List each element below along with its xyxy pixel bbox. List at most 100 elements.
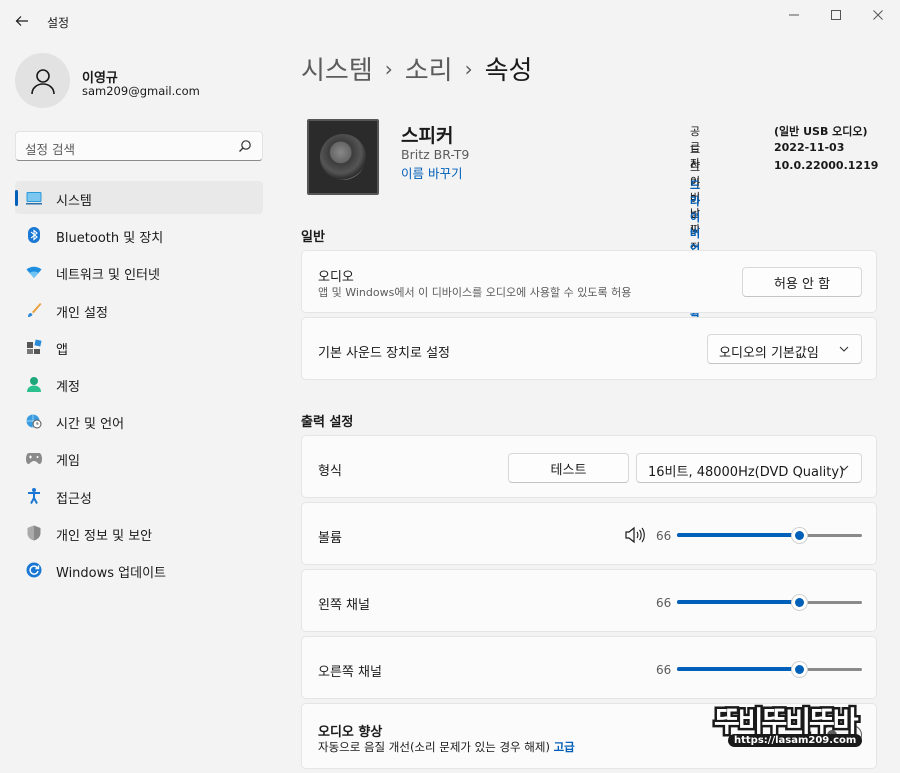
sidebar-item-bluetooth[interactable]: Bluetooth 및 장치 xyxy=(15,218,263,251)
breadcrumb-item-system[interactable]: 시스템 xyxy=(301,56,373,86)
maximize-button[interactable] xyxy=(816,4,856,26)
user-icon xyxy=(30,68,55,94)
vendor-value: (일반 USB 오디오) xyxy=(774,125,868,138)
section-title-output: 출력 설정 xyxy=(301,415,354,430)
driver-date-value: 2022-11-03 xyxy=(774,141,845,154)
user-profile[interactable]: 이영규 sam209@gmail.com xyxy=(15,53,265,109)
system-icon xyxy=(26,190,42,206)
sidebar-item-label: 계정 xyxy=(56,379,80,395)
shield-icon xyxy=(26,525,42,541)
slider-thumb[interactable] xyxy=(791,527,808,544)
bluetooth-icon xyxy=(26,227,42,244)
update-icon xyxy=(26,562,42,578)
user-email: sam209@gmail.com xyxy=(82,84,200,98)
right-channel-slider[interactable] xyxy=(677,661,862,678)
minimize-icon xyxy=(789,14,799,16)
chevron-down-icon xyxy=(839,346,849,352)
format-title: 형식 xyxy=(318,464,342,479)
speaker-cone xyxy=(320,134,366,180)
volume-value: 66 xyxy=(656,529,672,543)
sidebar-item-system[interactable]: 시스템 xyxy=(15,181,263,214)
default-device-card: 기본 사운드 장치로 설정 오디오의 기본값임 xyxy=(301,317,877,380)
slider-thumb[interactable] xyxy=(791,661,808,678)
sidebar-item-apps[interactable]: 앱 xyxy=(15,330,263,363)
left-channel-slider[interactable] xyxy=(677,594,862,611)
avatar xyxy=(15,53,70,108)
test-button[interactable]: 테스트 xyxy=(508,453,629,483)
globe-clock-icon xyxy=(26,413,42,429)
disallow-button-label: 허용 안 함 xyxy=(773,276,831,292)
minimize-button[interactable] xyxy=(774,4,814,26)
sidebar-item-label: 개인 설정 xyxy=(56,305,108,321)
breadcrumb-separator: › xyxy=(464,57,473,81)
sidebar-item-label: 앱 xyxy=(56,342,68,358)
app-title: 설정 xyxy=(47,16,70,30)
left-channel-card: 왼쪽 채널 66 xyxy=(301,569,877,632)
advanced-link[interactable]: 고급 xyxy=(554,740,575,754)
sidebar-item-personalization[interactable]: 개인 설정 xyxy=(15,293,263,326)
sidebar-item-gaming[interactable]: 게임 xyxy=(15,441,263,474)
sidebar-item-accessibility[interactable]: 접근성 xyxy=(15,479,263,512)
page-title: 속성 xyxy=(484,56,533,86)
accessibility-icon xyxy=(26,487,42,504)
close-icon xyxy=(873,10,883,20)
breadcrumb-separator: › xyxy=(384,57,393,81)
sidebar-nav: 시스템 Bluetooth 및 장치 네트워크 및 인터넷 개인 설정 앱 계정… xyxy=(15,181,263,590)
enhance-title: 오디오 향상 xyxy=(318,725,383,740)
sidebar-item-label: Bluetooth 및 장치 xyxy=(56,231,164,247)
search-icon xyxy=(239,140,251,152)
sidebar-item-time-language[interactable]: 시간 및 언어 xyxy=(15,404,263,437)
close-button[interactable] xyxy=(858,4,898,26)
search-input[interactable]: 설정 검색 xyxy=(15,131,263,161)
device-model: Britz BR-T9 xyxy=(401,147,470,162)
left-channel-title: 왼쪽 채널 xyxy=(318,598,370,613)
arrow-left-icon xyxy=(15,16,28,26)
enhance-subtitle-text: 자동으로 음질 개선(소리 문제가 있는 경우 해제) xyxy=(318,740,550,754)
audio-title: 오디오 xyxy=(318,270,354,285)
sidebar-item-label: 게임 xyxy=(56,454,80,470)
brush-icon xyxy=(26,302,42,318)
section-title-general: 일반 xyxy=(301,230,325,245)
sidebar-item-windows-update[interactable]: Windows 업데이트 xyxy=(15,553,263,586)
account-icon xyxy=(26,376,42,392)
disallow-button[interactable]: 허용 안 함 xyxy=(742,267,862,297)
slider-fill xyxy=(677,667,799,671)
slider-thumb[interactable] xyxy=(791,594,808,611)
maximize-icon xyxy=(831,10,841,20)
sidebar-item-label: 접근성 xyxy=(56,491,92,507)
format-card: 형식 테스트 16비트, 48000Hz(DVD Quality) xyxy=(301,435,877,498)
format-dropdown[interactable]: 16비트, 48000Hz(DVD Quality) xyxy=(636,453,862,483)
speaker-device-image xyxy=(307,119,379,195)
volume-card: 볼륨 66 xyxy=(301,502,877,565)
right-channel-title: 오른쪽 채널 xyxy=(318,665,382,680)
watermark-url: https://lasam209.com xyxy=(728,734,863,747)
enhance-subtitle: 자동으로 음질 개선(소리 문제가 있는 경우 해제) 고급 xyxy=(318,739,575,755)
default-device-title: 기본 사운드 장치로 설정 xyxy=(318,346,450,361)
gamepad-icon xyxy=(26,450,42,466)
sidebar-item-label: 네트워크 및 인터넷 xyxy=(56,268,160,284)
audio-subtitle: 앱 및 Windows에서 이 디바이스를 오디오에 사용할 수 있도록 허용 xyxy=(318,286,632,299)
device-name: 스피커 xyxy=(401,125,454,147)
dropdown-value: 오디오의 기본값임 xyxy=(719,346,819,361)
chevron-down-icon xyxy=(839,465,849,471)
network-icon xyxy=(26,264,42,280)
breadcrumb-item-sound[interactable]: 소리 xyxy=(405,56,453,86)
dropdown-value: 16비트, 48000Hz(DVD Quality) xyxy=(648,465,845,480)
sidebar-item-accounts[interactable]: 계정 xyxy=(15,367,263,400)
default-device-dropdown[interactable]: 오디오의 기본값임 xyxy=(707,334,862,364)
apps-icon xyxy=(26,339,42,355)
breadcrumb: 시스템 › 소리 › 속성 xyxy=(301,50,532,87)
back-button[interactable] xyxy=(10,10,34,32)
sidebar-item-label: 개인 정보 및 보안 xyxy=(56,528,153,544)
volume-slider[interactable] xyxy=(677,527,862,544)
right-channel-value: 66 xyxy=(656,663,672,677)
title-bar: 설정 xyxy=(0,0,900,42)
driver-version-value: 10.0.22000.1219 xyxy=(774,159,879,172)
sidebar-item-network[interactable]: 네트워크 및 인터넷 xyxy=(15,255,263,288)
rename-link[interactable]: 이름 바꾸기 xyxy=(401,163,462,182)
sidebar-item-privacy[interactable]: 개인 정보 및 보안 xyxy=(15,516,263,549)
speaker-icon[interactable] xyxy=(624,526,646,544)
sidebar-item-label: 시간 및 언어 xyxy=(56,417,125,433)
audio-allow-card: 오디오 앱 및 Windows에서 이 디바이스를 오디오에 사용할 수 있도록… xyxy=(301,250,877,313)
volume-title: 볼륨 xyxy=(318,531,342,546)
